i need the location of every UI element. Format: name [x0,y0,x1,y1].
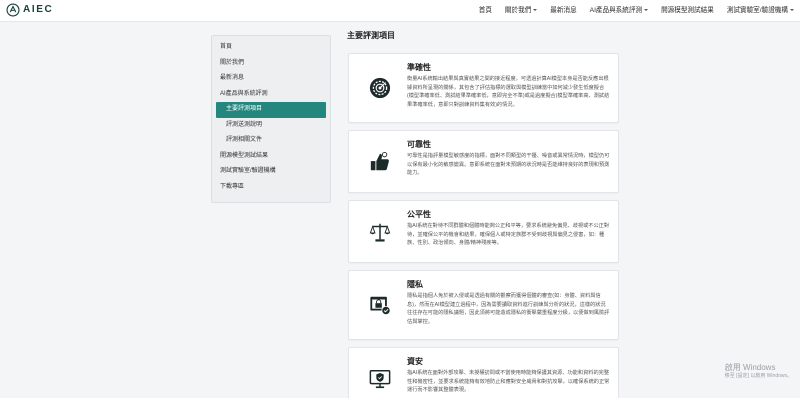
card-title: 可靠性 [407,140,431,149]
sidebar-item-main-items[interactable]: 主要評測項目 [216,102,326,118]
logo-text: AIEC [23,4,54,15]
thumbs-up-icon [370,151,389,170]
sidebar-menu: 首頁 關於我們 最新消息 AI產品與系統評測 主要評測項目 評測送測說明 評測相… [211,35,331,203]
main-nav: 首頁 關於我們 最新消息 AI產品與系統評測 開源模型測試結果 測試實驗室/驗證… [466,0,794,22]
nav-item-home[interactable]: 首頁 [479,0,492,22]
watermark-subtitle: 移至 [設定] 以啟用 Windows。 [724,373,792,379]
top-navigation-bar: AIEC 首頁 關於我們 最新消息 AI產品與系統評測 開源模型測試結果 測試實… [0,0,800,22]
sidebar-item-evaluation[interactable]: AI產品與系統評測 [212,87,330,103]
balance-scale-icon [369,223,391,242]
sidebar-item-submission-guide[interactable]: 評測送測說明 [212,118,330,134]
windows-activation-watermark: 啟用 Windows 移至 [設定] 以啟用 Windows。 [725,363,792,380]
card-accuracy: 準確性 衡量AI系統輸出結果與真實結果之間的接近程度，可透過計算AI模型本身是否… [348,53,619,123]
main-content: 主要評測項目 準確性 衡量AI系統輸出結果與真實結果之間的接近程度，可透過計算A… [347,28,622,398]
nav-label: 關於我們 [504,7,532,14]
nav-label: 開源模型測試結果 [661,7,714,14]
card-title: 資安 [407,357,423,366]
sidebar-item-about[interactable]: 關於我們 [212,56,330,72]
sidebar-item-open-source-results[interactable]: 開源模型測試結果 [212,149,330,165]
card-description: 指AI系統在面對外部攻擊、未授權訪問或不當使用時能夠保護其資源、功能和資料的完整… [407,370,610,394]
sidebar-item-downloads[interactable]: 下載專區 [212,180,330,196]
sidebar-item-news[interactable]: 最新消息 [212,71,330,87]
card-description: 衡量AI系統輸出結果與真實結果之間的接近程度，可透過計算AI模型本身是否能反應出… [407,76,610,108]
nav-label: AI產品與系統評測 [589,7,643,14]
card-description: 指AI系統在對待不同群體和個體時能夠公正和平等，要求系統避免偏見、歧視或不公正對… [407,223,610,247]
nav-item-news[interactable]: 最新消息 [550,0,576,22]
nav-item-labs[interactable]: 測試實驗室/驗證機構 [727,0,794,22]
nav-label: 測試實驗室/驗證機構 [726,7,788,14]
nav-item-open-source-results[interactable]: 開源模型測試結果 [661,0,714,22]
nav-item-evaluation[interactable]: AI產品與系統評測 [589,0,649,22]
nav-label: 首頁 [478,7,492,14]
watermark-title: 啟用 Windows [724,363,776,372]
card-title: 公平性 [407,210,431,219]
sidebar-item-documents[interactable]: 評測相關文件 [212,133,330,149]
logo-icon [6,3,20,17]
security-monitor-icon [369,369,391,388]
sidebar-item-labs[interactable]: 測試實驗室/驗證機構 [212,164,330,180]
target-gear-icon [369,77,391,99]
card-reliability: 可靠性 可靠性是指評量模型敏感度的指標，面對不同類型的干擾、噪音或異常情況時，模… [348,130,619,193]
card-title: 隱私 [407,280,423,289]
chevron-down-icon [644,9,649,12]
card-title: 準確性 [407,63,431,72]
card-privacy: 隱私 隱私是指個人免於被入侵或是透過有關的觀察而獲得個體的審查(如：身體、資料與… [348,270,619,340]
chevron-down-icon [790,9,794,12]
chevron-down-icon [533,9,538,12]
evaluation-cards: 準確性 衡量AI系統輸出結果與真實結果之間的接近程度，可透過計算AI模型本身是否… [348,53,619,398]
nav-label: 最新消息 [550,7,577,14]
sidebar-item-home[interactable]: 首頁 [212,40,330,56]
nav-item-about[interactable]: 關於我們 [504,0,538,22]
card-description: 隱私是指個人免於被入侵或是透過有關的觀察而獲得個體的審查(如：身體、資料與信息)… [407,293,610,325]
privacy-lock-icon [370,296,391,315]
site-logo[interactable]: AIEC [6,3,53,17]
card-fairness: 公平性 指AI系統在對待不同群體和個體時能夠公正和平等，要求系統避免偏見、歧視或… [348,200,619,263]
page-title: 主要評測項目 [347,31,395,40]
card-description: 可靠性是指評量模型敏感度的指標，面對不同類型的干擾、噪音或異常情況時，模型仍可以… [407,153,610,177]
card-security: 資安 指AI系統在面對外部攻擊、未授權訪問或不當使用時能夠保護其資源、功能和資料… [348,347,619,398]
